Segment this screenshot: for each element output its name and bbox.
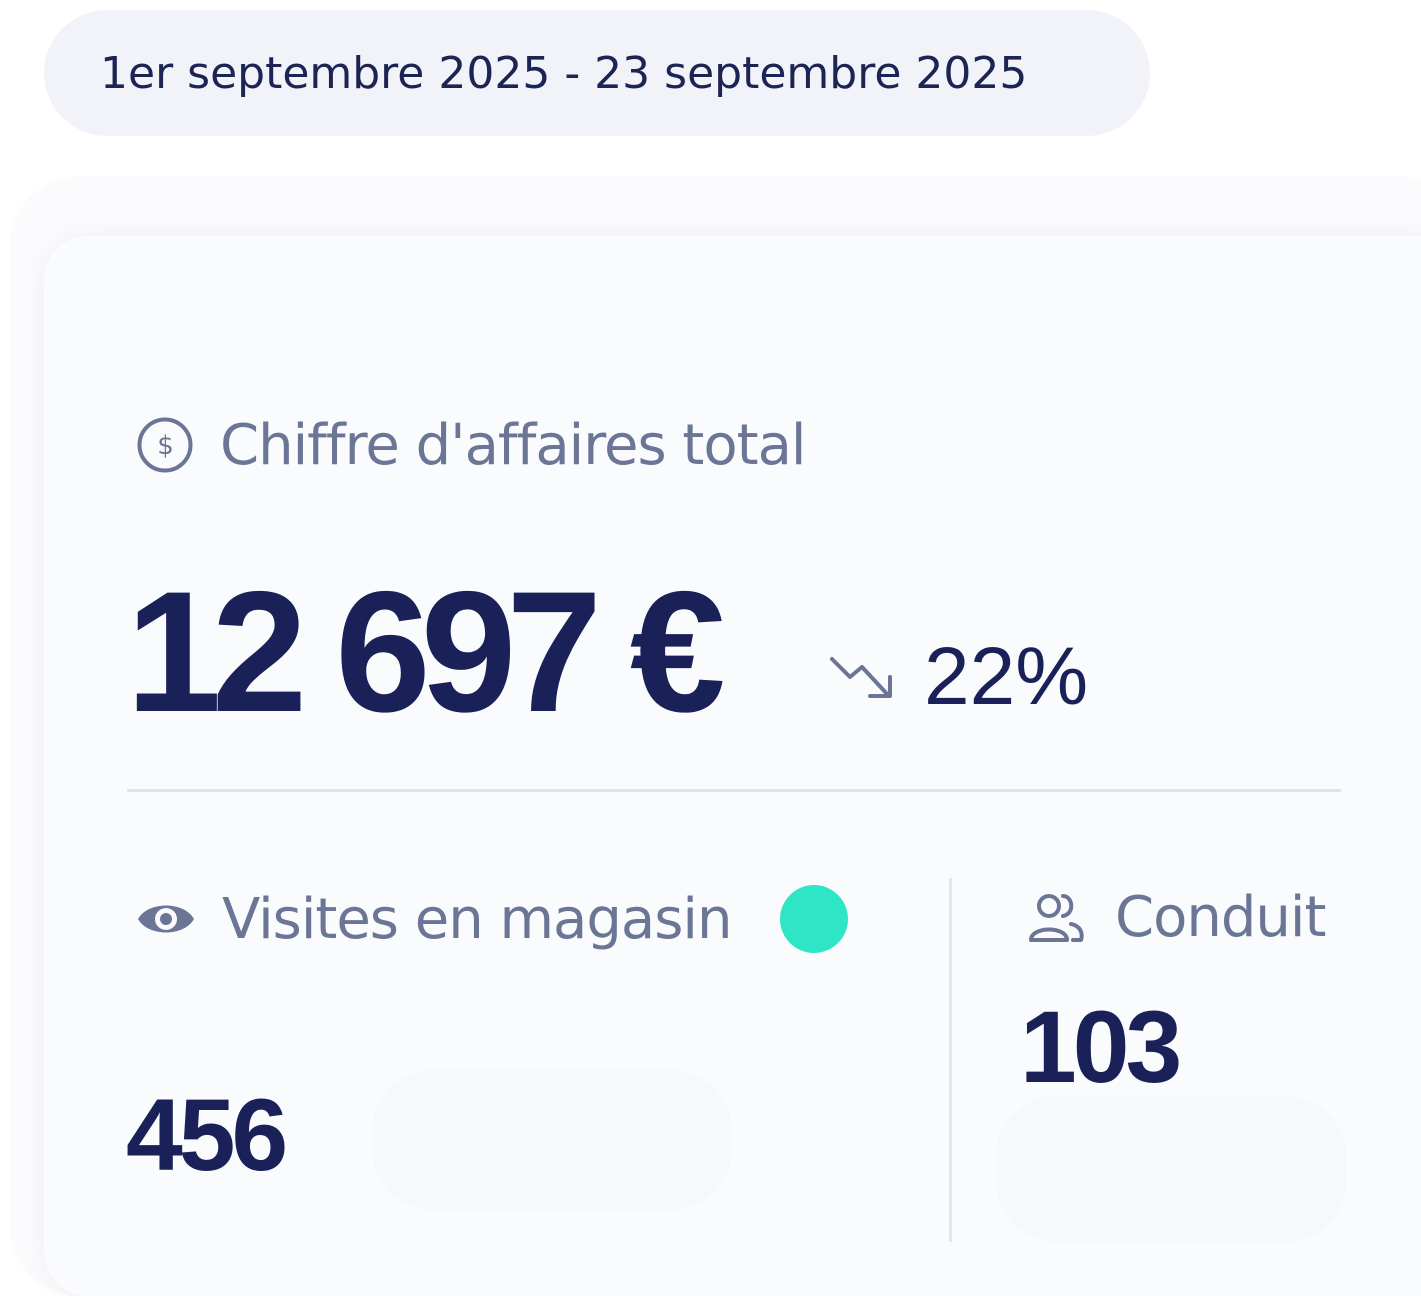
visits-label: Visites en magasin xyxy=(222,886,732,952)
sparkline-placeholder xyxy=(372,1070,732,1210)
svg-text:$: $ xyxy=(157,431,173,461)
eye-icon xyxy=(138,905,194,933)
led-label: Conduit xyxy=(1115,884,1326,950)
vertical-divider xyxy=(949,878,952,1242)
revenue-trend: 22% xyxy=(828,636,1088,718)
dollar-circle-icon: $ xyxy=(137,417,193,473)
visits-label-row: Visites en magasin xyxy=(134,884,732,954)
trend-down-icon xyxy=(830,657,892,698)
visits-value: 456 xyxy=(126,1078,288,1192)
trend-percentage: 22% xyxy=(924,631,1089,722)
live-status-dot xyxy=(780,885,848,953)
sparkline-placeholder xyxy=(996,1096,1346,1242)
led-label-row: Conduit xyxy=(1025,882,1326,952)
revenue-value: 12 697 € xyxy=(126,556,726,748)
revenue-label-row: $ Chiffre d'affaires total xyxy=(136,410,806,480)
date-range-selector[interactable]: 1er septembre 2025 - 23 septembre 2025 xyxy=(44,10,1150,136)
led-value: 103 xyxy=(1020,990,1182,1104)
revenue-label: Chiffre d'affaires total xyxy=(220,412,806,478)
users-icon xyxy=(1029,894,1084,942)
horizontal-divider xyxy=(127,789,1341,792)
date-range-label: 1er septembre 2025 - 23 septembre 2025 xyxy=(100,47,1028,99)
